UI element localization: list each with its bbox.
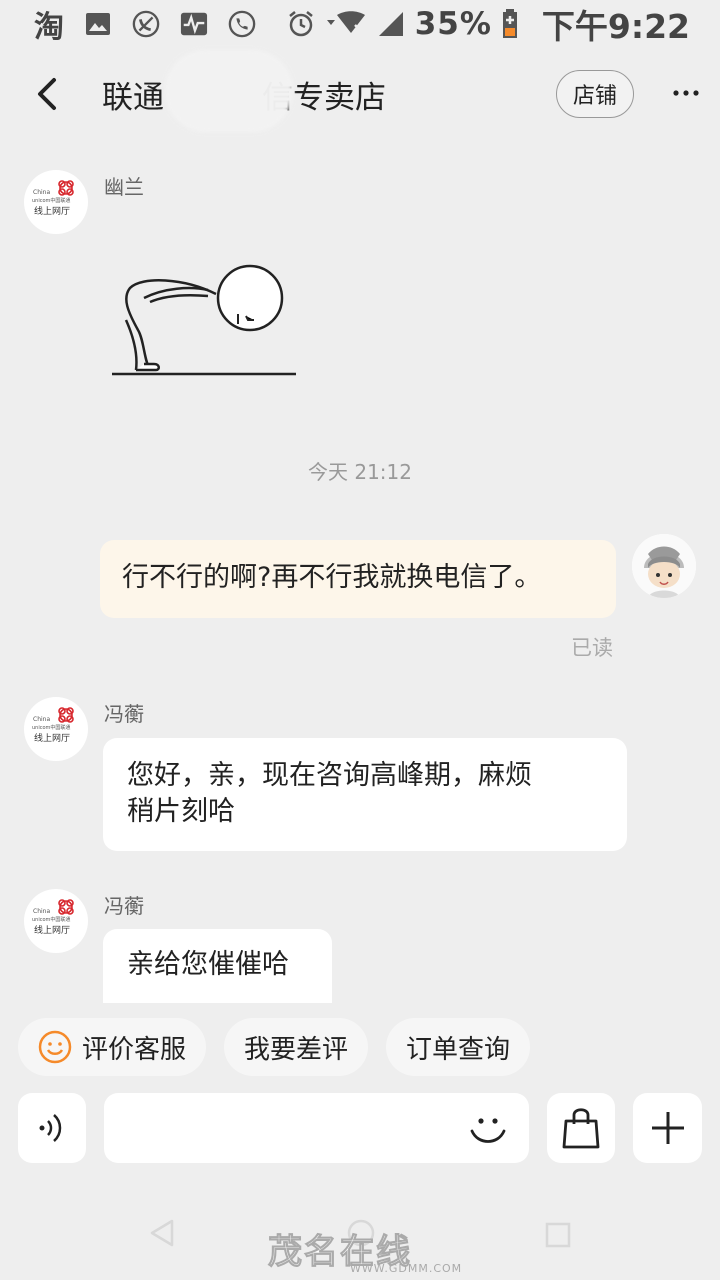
triangle-back-icon xyxy=(150,1219,174,1247)
message-line: 稍片刻哈 xyxy=(127,796,235,827)
taobao-icon: 淘 xyxy=(34,10,64,45)
chip-label: 评价客服 xyxy=(82,1034,187,1065)
clock: 下午9:22 xyxy=(541,7,690,46)
unicom-logo-icon: China unicom中国联通 线上网厅 xyxy=(32,707,74,744)
input-bar xyxy=(18,1093,702,1163)
status-right-icons: 35% 下午9:22 xyxy=(287,0,690,48)
shop-button[interactable]: 店铺 xyxy=(556,70,634,118)
missed-call-icon xyxy=(132,10,160,38)
smile-icon xyxy=(38,1030,72,1064)
phone-call-icon xyxy=(228,10,256,38)
chevron-left-icon xyxy=(38,78,56,110)
svg-text:unicom中国联通: unicom中国联通 xyxy=(32,916,70,923)
emoji-icon xyxy=(470,1118,506,1143)
svg-text:线上网厅: 线上网厅 xyxy=(34,732,70,744)
sender-name: 幽兰 xyxy=(104,175,144,199)
battery-icon xyxy=(502,9,518,38)
more-dots-icon xyxy=(673,90,699,96)
svg-text:线上网厅: 线上网厅 xyxy=(34,924,70,936)
message-input[interactable] xyxy=(104,1093,529,1163)
wifi-icon xyxy=(325,10,367,38)
voice-button[interactable] xyxy=(18,1093,86,1163)
activity-icon xyxy=(180,10,208,38)
shopping-bag-button[interactable] xyxy=(547,1093,615,1163)
message-bubble[interactable]: 亲给您催催哈 xyxy=(103,929,332,1003)
nav-back-button[interactable] xyxy=(148,1218,176,1252)
svg-text:China: China xyxy=(33,189,50,196)
square-recents-icon xyxy=(545,1222,571,1248)
svg-text:unicom中国联通: unicom中国联通 xyxy=(32,724,70,731)
quick-reply-chips: 评价客服 我要差评 订单查询 xyxy=(18,1018,531,1076)
avatar[interactable]: China unicom中国联通 线上网厅 xyxy=(24,889,88,953)
unicom-logo-icon: China unicom中国联通 线上网厅 xyxy=(32,180,74,217)
more-button[interactable] xyxy=(668,78,704,108)
svg-text:unicom中国联通: unicom中国联通 xyxy=(32,197,70,204)
signal-icon xyxy=(377,10,405,38)
svg-text:China: China xyxy=(33,716,50,723)
shopping-bag-icon xyxy=(562,1108,600,1149)
avatar[interactable]: China unicom中国联通 线上网厅 xyxy=(24,170,88,234)
order-query-chip[interactable]: 订单查询 xyxy=(386,1018,531,1076)
unicom-logo-icon: China unicom中国联通 线上网厅 xyxy=(32,899,74,936)
svg-text:线上网厅: 线上网厅 xyxy=(34,205,70,217)
svg-text:China: China xyxy=(33,908,50,915)
image-icon xyxy=(84,10,112,38)
avatar[interactable]: China unicom中国联通 线上网厅 xyxy=(24,697,88,761)
alarm-icon xyxy=(287,10,315,38)
bowing-stick-figure-icon xyxy=(112,264,296,376)
system-nav-bar: 茂名在线 WWW.GDMM.COM xyxy=(0,1190,720,1280)
status-left-icons: 淘 xyxy=(34,2,256,46)
sender-name: 冯蘅 xyxy=(104,894,144,918)
back-button[interactable] xyxy=(28,74,68,114)
watermark-url: WWW.GDMM.COM xyxy=(350,1262,463,1275)
read-receipt: 已读 xyxy=(571,636,613,660)
battery-percent: 35% xyxy=(414,6,492,42)
sender-name: 冯蘅 xyxy=(104,702,144,726)
nav-recents-button[interactable] xyxy=(545,1222,571,1252)
message-bubble[interactable]: 您好，亲，现在咨询高峰期，麻烦 稍片刻哈 xyxy=(103,738,627,851)
user-avatar-icon xyxy=(632,534,696,598)
plus-icon xyxy=(651,1112,684,1144)
message-line: 您好，亲，现在咨询高峰期，麻烦 xyxy=(127,760,532,791)
bad-review-chip[interactable]: 我要差评 xyxy=(224,1018,369,1076)
my-message-bubble[interactable]: 行不行的啊?再不行我就换电信了。 xyxy=(100,540,616,618)
sticker-message[interactable] xyxy=(104,250,304,390)
my-avatar[interactable] xyxy=(632,534,696,598)
time-divider: 今天 21:12 xyxy=(308,460,412,484)
chat-header: 联通 信专卖店 店铺 xyxy=(0,48,720,142)
title-left: 联通 xyxy=(102,80,164,116)
chip-label: 订单查询 xyxy=(406,1034,511,1065)
more-actions-button[interactable] xyxy=(633,1093,702,1163)
emoji-button[interactable] xyxy=(468,1109,508,1149)
rate-service-chip[interactable]: 评价客服 xyxy=(18,1018,207,1076)
redaction-blur xyxy=(165,50,293,132)
status-bar: 淘 35% 下午9:22 xyxy=(0,0,720,48)
voice-icon xyxy=(39,1114,62,1142)
chip-label: 我要差评 xyxy=(244,1034,349,1065)
